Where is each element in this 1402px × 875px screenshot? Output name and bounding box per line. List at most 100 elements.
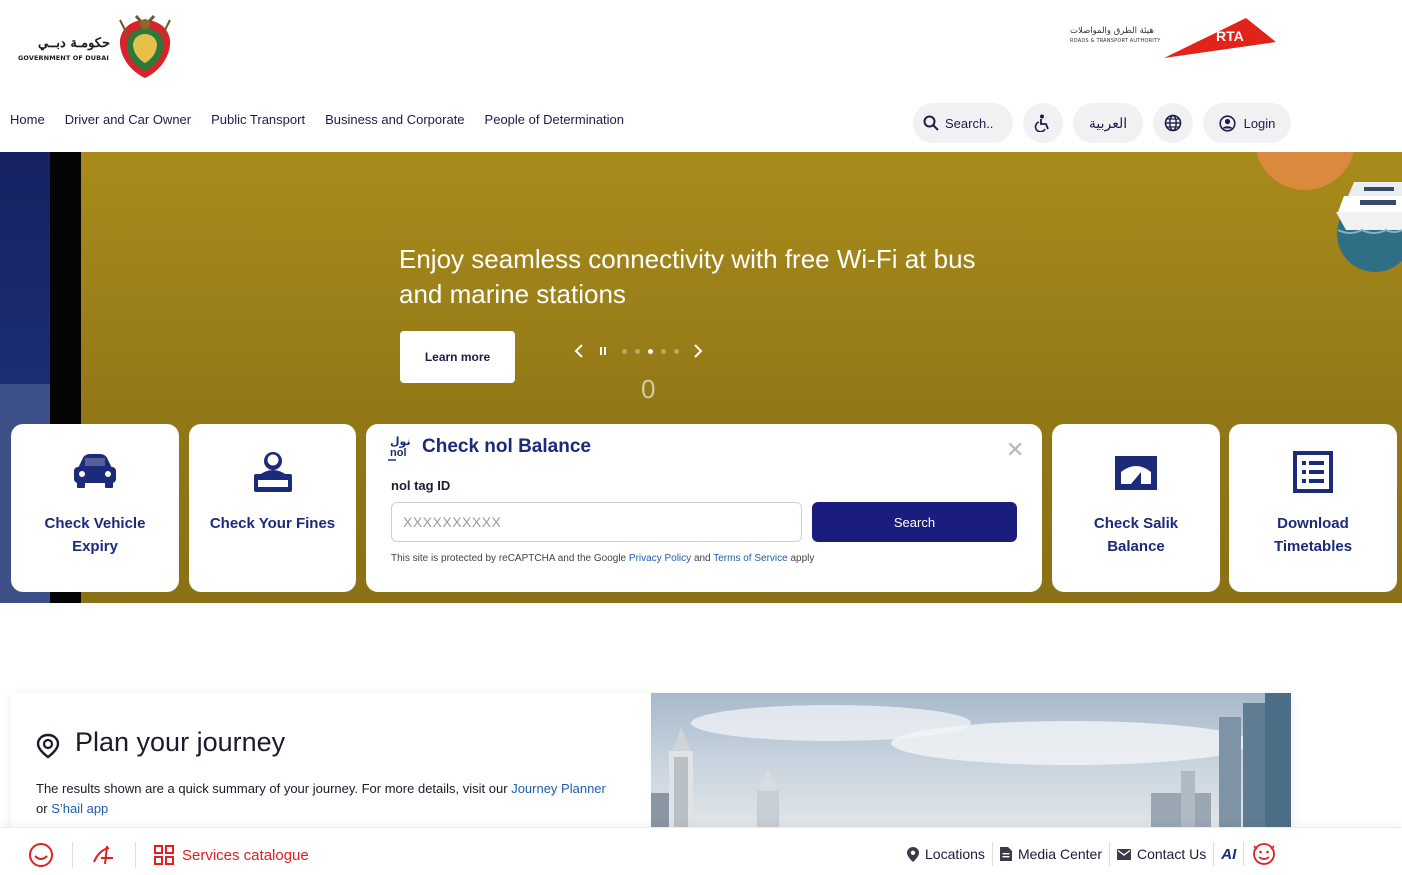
smiley-feedback-icon[interactable]: [28, 842, 54, 868]
shail-app-link[interactable]: S’hail app: [51, 801, 108, 816]
nav-public-transport[interactable]: Public Transport: [211, 112, 305, 127]
plan-journey-text: The results shown are a quick summary of…: [36, 781, 508, 796]
card-check-vehicle-expiry[interactable]: Check Vehicle Expiry: [11, 424, 179, 592]
bottom-separator: [72, 842, 73, 868]
nav-home[interactable]: Home: [10, 112, 45, 127]
nav-tools: Search.. العربية Login: [913, 103, 1291, 143]
gov-logo-english: GOVERNMENT OF DUBAI: [18, 54, 109, 62]
skyline-illustration: [651, 693, 1291, 833]
carousel-dot[interactable]: [674, 348, 679, 354]
rta-logo-english: ROADS & TRANSPORT AUTHORITY: [1070, 38, 1161, 44]
document-icon: [999, 847, 1012, 861]
plan-journey-title: Plan your journey: [75, 727, 286, 757]
chat-assistant-button[interactable]: [1244, 842, 1284, 866]
location-marker-icon: [907, 846, 919, 862]
fines-person-icon: [253, 452, 292, 492]
gov-logo-arabic: حكومـة دبــي: [37, 36, 110, 51]
locations-label: Locations: [925, 846, 985, 862]
ai-assistant-button[interactable]: AI: [1214, 846, 1243, 863]
services-catalogue-button[interactable]: Services catalogue: [154, 845, 309, 865]
card-label: Check Salik Balance: [1093, 515, 1179, 555]
plan-journey-section: Plan your journey The results shown are …: [11, 693, 1291, 833]
chatbot-face-icon: [1253, 843, 1276, 865]
nol-tag-label: nol tag ID: [391, 478, 451, 493]
svg-text:nol: nol: [390, 447, 407, 459]
nol-card-title: Check nol Balance: [422, 436, 591, 457]
privacy-policy-link[interactable]: Privacy Policy: [629, 553, 691, 564]
card-label: Check Your Fines: [209, 515, 336, 532]
card-label: Download Timetables: [1273, 515, 1353, 555]
services-catalogue-label: Services catalogue: [182, 846, 309, 864]
nav-links: Home Driver and Car Owner Public Transpo…: [10, 112, 624, 127]
contact-us-label: Contact Us: [1136, 846, 1207, 862]
recaptcha-and: and: [693, 553, 711, 564]
card-check-salik-balance[interactable]: Check Salik Balance: [1052, 424, 1220, 592]
dubai-emblem-icon: [119, 14, 171, 78]
location-pin-icon: [36, 733, 60, 759]
search-placeholder: Search..: [945, 115, 994, 131]
nav-business-and-corporate[interactable]: Business and Corporate: [325, 112, 464, 127]
nol-logo-icon: نول nol: [388, 435, 411, 461]
terms-of-service-link[interactable]: Terms of Service: [713, 553, 787, 564]
rta-logo[interactable]: هيئة الطرق والمواصلات ROADS & TRANSPORT …: [1066, 18, 1281, 62]
bottom-left-group: Services catalogue: [28, 842, 309, 868]
search-icon: [923, 115, 939, 131]
card-label: Check Vehicle Expiry: [44, 515, 146, 555]
user-circle-icon: [1218, 114, 1236, 132]
language-toggle[interactable]: العربية: [1073, 103, 1143, 143]
chevron-left-icon[interactable]: [574, 344, 584, 358]
recaptcha-notice: This site is protected by reCAPTCHA and …: [391, 553, 814, 564]
car-icon: [74, 454, 116, 488]
grid-icon: [154, 845, 174, 865]
bottom-right-group: Locations Media Center Contact Us AI: [900, 842, 1284, 866]
rta-logo-arabic: هيئة الطرق والمواصلات: [1070, 26, 1154, 36]
close-icon[interactable]: ✕: [1006, 438, 1024, 463]
learn-more-button[interactable]: Learn more: [400, 331, 515, 383]
carousel-dot[interactable]: [661, 348, 666, 354]
bottom-separator: [135, 842, 136, 868]
dubai-skyline-image: [651, 693, 1291, 833]
recaptcha-suffix: apply: [790, 553, 815, 564]
globe-button[interactable]: [1153, 103, 1193, 143]
main-navigation: Home Driver and Car Owner Public Transpo…: [0, 100, 1402, 143]
carousel-dot-active[interactable]: [648, 348, 653, 354]
login-button[interactable]: Login: [1203, 103, 1291, 143]
rta-mark-text: RTA: [1216, 28, 1244, 44]
plan-journey-or: or: [36, 801, 48, 816]
carousel-counter: 0: [641, 374, 656, 404]
card-check-your-fines[interactable]: Check Your Fines: [189, 424, 356, 592]
government-of-dubai-logo[interactable]: حكومـة دبــي GOVERNMENT OF DUBAI: [18, 14, 178, 84]
chevron-right-icon[interactable]: [693, 344, 703, 358]
carousel-dot[interactable]: [622, 348, 627, 354]
carousel-dots: [622, 348, 679, 354]
login-label: Login: [1243, 115, 1276, 131]
recaptcha-prefix: This site is protected by reCAPTCHA and …: [391, 553, 627, 564]
card-download-timetables[interactable]: Download Timetables: [1229, 424, 1397, 592]
salik-gate-icon: [1115, 456, 1157, 490]
nol-tag-input[interactable]: [391, 502, 802, 542]
mail-icon: [1116, 848, 1131, 860]
search-button[interactable]: Search..: [913, 103, 1013, 143]
happiness-meter-icon[interactable]: [91, 842, 117, 868]
media-center-link[interactable]: Media Center: [993, 846, 1109, 862]
journey-planner-link[interactable]: Journey Planner: [511, 781, 606, 796]
contact-us-link[interactable]: Contact Us: [1110, 846, 1213, 862]
boat-illustration-icon: [1336, 182, 1402, 272]
nol-search-button[interactable]: Search: [812, 502, 1017, 542]
nav-people-of-determination[interactable]: People of Determination: [485, 112, 624, 127]
nol-balance-card: نول nol Check nol Balance ✕ nol tag ID S…: [366, 424, 1042, 592]
globe-icon: [1164, 114, 1182, 132]
plan-journey-description: The results shown are a quick summary of…: [36, 779, 616, 819]
hero-title: Enjoy seamless connectivity with free Wi…: [399, 244, 976, 309]
carousel-dot[interactable]: [635, 348, 640, 354]
carousel-controls: [574, 344, 703, 358]
accessibility-button[interactable]: [1023, 103, 1063, 143]
nav-driver-and-car-owner[interactable]: Driver and Car Owner: [65, 112, 191, 127]
pause-icon[interactable]: [598, 346, 608, 356]
timetable-icon: [1293, 451, 1333, 493]
media-center-label: Media Center: [1017, 846, 1102, 862]
locations-link[interactable]: Locations: [900, 846, 992, 862]
bottom-toolbar: Services catalogue Locations Media Cente…: [0, 827, 1402, 875]
accessibility-icon: [1034, 114, 1049, 132]
rta-mark-icon: RTA: [1164, 18, 1276, 58]
